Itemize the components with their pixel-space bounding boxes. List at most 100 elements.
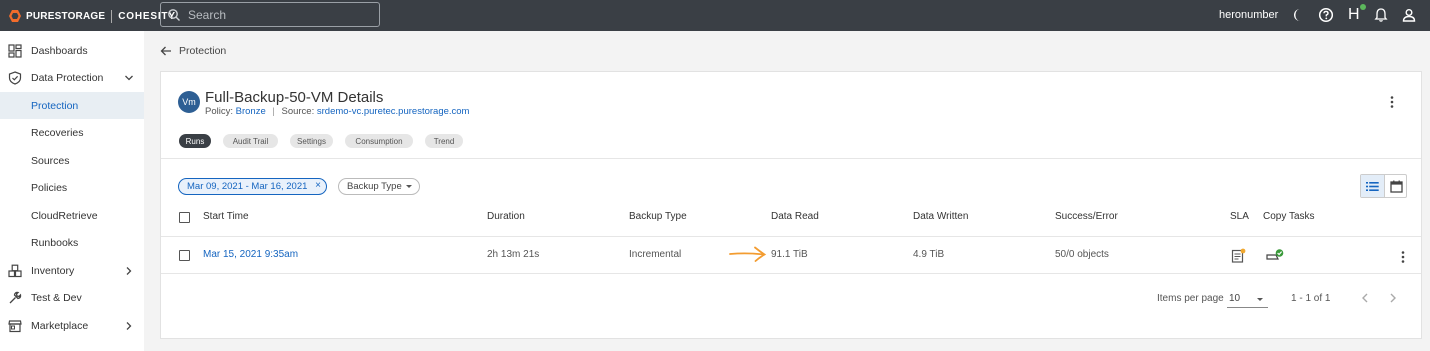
backup-type-cell: Incremental [629,249,682,260]
calendar-icon [1389,180,1403,193]
header-divider [161,158,1421,159]
separator: | [272,106,275,117]
sidebar-item-label: Protection [31,99,79,112]
sidebar-item-recoveries[interactable]: Recoveries [0,119,144,146]
brand-logo[interactable]: PURESTORAGE COHESITY [8,8,176,24]
success-error-cell: 50/0 objects [1055,249,1109,260]
next-page-icon[interactable] [1387,292,1399,304]
helios-icon[interactable]: H [1348,6,1360,24]
date-range-label: Mar 09, 2021 - Mar 16, 2021 [187,181,308,192]
sidebar-item-label: Runbooks [31,236,79,249]
policy-label: Policy: [205,106,233,117]
column-header-data-written[interactable]: Data Written [913,211,968,222]
tab-runs[interactable]: Runs [179,134,211,148]
page-title: Full-Backup-50-VM Details [205,89,384,106]
sidebar-item-label: Marketplace [31,319,89,332]
annotation-arrow-icon [729,246,767,262]
chevron-down-icon [125,75,133,80]
search-icon [168,8,180,21]
backup-type-filter[interactable]: Backup Type [338,178,420,195]
sidebar-item-label: CloudRetrieve [31,209,98,222]
source-link[interactable]: srdemo-vc.puretec.purestorage.com [317,106,470,117]
sidebar-item-protection[interactable]: Protection [0,92,144,119]
column-header-success-error[interactable]: Success/Error [1055,211,1118,222]
items-per-page-value: 10 [1229,293,1241,304]
top-bar: PURESTORAGE COHESITY heronumber H [0,0,1430,31]
data-read-cell: 91.1 TiB [771,249,808,260]
policy-link[interactable]: Bronze [236,106,266,117]
tab-settings[interactable]: Settings [290,134,333,148]
sidebar-item-label: Test & Dev [31,291,82,304]
sidebar-item-label: Data Protection [31,71,104,84]
row-checkbox[interactable] [179,250,190,261]
help-icon[interactable] [1318,7,1334,23]
store-icon [8,319,22,332]
sidebar-item-data-protection[interactable]: Data Protection [0,64,144,91]
sidebar-item-inventory[interactable]: Inventory [0,257,144,284]
dropdown-caret-icon [1257,298,1263,301]
calendar-view-button[interactable] [1384,175,1407,197]
dashboard-icon [8,43,22,58]
more-options-icon[interactable] [1386,95,1398,109]
view-toggle [1360,174,1407,198]
moon-icon[interactable] [1291,7,1307,23]
tab-consumption[interactable]: Consumption [345,134,413,148]
sidebar-item-label: Sources [31,154,70,167]
back-arrow-icon[interactable] [160,45,172,57]
start-time-link[interactable]: Mar 15, 2021 9:35am [203,249,298,260]
sidebar-item-cloudretrieve[interactable]: CloudRetrieve [0,202,144,229]
avatar: Vm [178,91,200,113]
page-range-label: 1 - 1 of 1 [1291,293,1331,304]
breadcrumb-protection[interactable]: Protection [179,45,226,57]
wrench-icon [9,291,22,303]
dropdown-caret-icon [406,185,412,188]
sidebar-item-sources[interactable]: Sources [0,147,144,174]
column-header-backup-type[interactable]: Backup Type [629,211,687,222]
select-all-checkbox[interactable] [179,212,190,223]
column-header-duration[interactable]: Duration [487,211,525,222]
column-header-copy-tasks: Copy Tasks [1263,211,1315,222]
column-header-data-read[interactable]: Data Read [771,211,819,222]
copy-task-success-icon[interactable] [1265,248,1285,262]
sidebar-item-policies[interactable]: Policies [0,174,144,201]
sidebar-item-marketplace[interactable]: Marketplace [0,312,144,339]
backup-type-filter-label: Backup Type [347,181,402,192]
sidebar-item-label: Dashboards [31,44,88,57]
column-header-start-time[interactable]: Start Time [203,211,249,222]
source-label: Source: [281,106,315,117]
search-input[interactable] [188,7,368,22]
pure-storage-logo-icon [9,10,21,22]
helios-status-dot [1360,4,1366,10]
table-header-divider [161,236,1421,237]
duration-cell: 2h 13m 21s [487,249,540,260]
previous-page-icon[interactable] [1359,292,1371,304]
inventory-icon [8,264,22,277]
items-per-page-select[interactable]: 10 [1227,291,1268,308]
sidebar-item-label: Policies [31,181,68,194]
date-range-filter[interactable]: Mar 09, 2021 - Mar 16, 2021 × [178,178,327,195]
list-view-button[interactable] [1361,175,1384,197]
sidebar-item-label: Inventory [31,264,75,277]
sidebar-item-test-dev[interactable]: Test & Dev [0,284,144,311]
chevron-right-icon [126,266,132,275]
username-label[interactable]: heronumber [1219,9,1278,21]
sla-report-icon[interactable] [1231,248,1246,263]
close-icon[interactable]: × [315,180,321,191]
sidebar: Dashboards Data Protection Protection Re… [0,31,144,351]
list-icon [1366,181,1379,191]
table-row-divider [161,273,1421,274]
sidebar-item-runbooks[interactable]: Runbooks [0,229,144,256]
sidebar-item-dashboards[interactable]: Dashboards [0,37,144,64]
shield-icon [8,70,22,85]
data-written-cell: 4.9 TiB [913,249,945,260]
tab-audit-trail[interactable]: Audit Trail [223,134,278,148]
chevron-right-icon [126,321,132,330]
row-more-options-icon[interactable] [1397,250,1409,264]
search-box[interactable] [160,2,380,27]
policy-source-line: Policy: Bronze | Source: srdemo-vc.puret… [205,106,469,117]
bell-icon[interactable] [1373,7,1389,23]
brand-pure-label: PURESTORAGE [26,10,106,22]
user-icon[interactable] [1401,7,1417,23]
column-header-sla: SLA [1230,211,1249,222]
tab-trend[interactable]: Trend [425,134,463,148]
